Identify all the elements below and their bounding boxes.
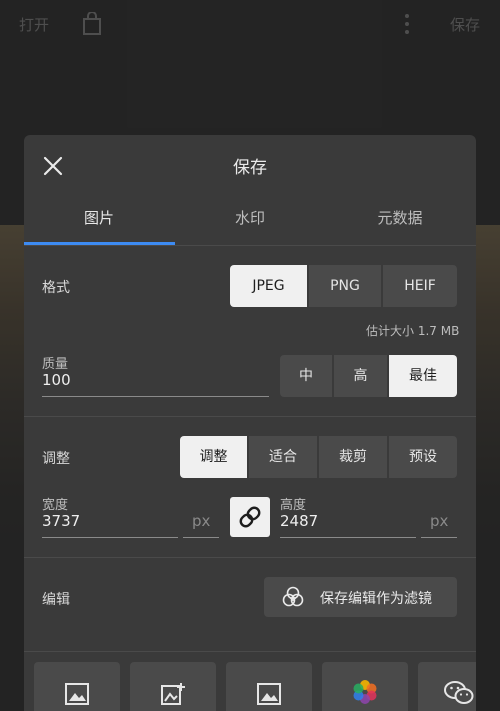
format-selector: JPEG PNG HEIF — [230, 265, 457, 307]
tab-image[interactable]: 图片 — [24, 207, 174, 228]
quality-option-high[interactable]: 高 — [334, 355, 387, 397]
height-value: 2487 — [280, 512, 319, 530]
save-dialog: 保存 图片 水印 元数据 格式 JPEG PNG HEIF 估计大小 1.7 M… — [24, 135, 476, 711]
format-label: 格式 — [42, 280, 70, 296]
active-tab-indicator — [24, 242, 175, 245]
tab-metadata[interactable]: 元数据 — [325, 207, 475, 228]
resize-option-adjust[interactable]: 调整 — [180, 436, 247, 478]
link-icon — [239, 506, 261, 528]
width-input[interactable]: 3737 — [42, 511, 178, 538]
share-target-image[interactable] — [34, 662, 120, 711]
image-add-icon — [161, 683, 185, 705]
share-target-image-add[interactable] — [130, 662, 216, 711]
wechat-icon — [444, 681, 474, 704]
share-target-image-2[interactable] — [226, 662, 312, 711]
width-unit-field: px — [183, 511, 219, 538]
quality-option-medium[interactable]: 中 — [280, 355, 332, 397]
quality-selector: 中 高 最佳 — [280, 355, 457, 397]
width-unit: px — [192, 512, 211, 530]
share-target-wechat[interactable] — [418, 662, 476, 711]
resize-selector: 调整 适合 裁剪 预设 — [180, 436, 457, 478]
divider — [24, 416, 476, 417]
format-option-png[interactable]: PNG — [309, 265, 381, 307]
width-value: 3737 — [42, 512, 81, 530]
share-target-list — [34, 662, 476, 711]
divider — [24, 557, 476, 558]
quality-value: 100 — [42, 371, 71, 389]
estimated-size: 估计大小 1.7 MB — [366, 324, 460, 338]
height-input[interactable]: 2487 — [280, 511, 416, 538]
save-edits-as-filter-label: 保存编辑作为滤镜 — [320, 591, 432, 607]
link-aspect-button[interactable] — [230, 497, 270, 537]
quality-field[interactable]: 100 — [42, 370, 269, 397]
height-unit-field: px — [421, 511, 457, 538]
resize-label: 调整 — [42, 451, 70, 467]
save-edits-as-filter-button[interactable]: 保存编辑作为滤镜 — [264, 577, 457, 617]
edit-label: 编辑 — [42, 592, 70, 608]
height-unit: px — [430, 512, 449, 530]
tab-watermark[interactable]: 水印 — [175, 207, 325, 228]
filter-add-icon — [282, 586, 304, 607]
format-option-jpeg[interactable]: JPEG — [230, 265, 307, 307]
photos-app-icon — [353, 680, 377, 704]
image-icon — [65, 683, 89, 705]
format-option-heif[interactable]: HEIF — [383, 265, 457, 307]
share-target-photos[interactable] — [322, 662, 408, 711]
resize-option-crop[interactable]: 裁剪 — [319, 436, 387, 478]
quality-option-best[interactable]: 最佳 — [389, 355, 457, 397]
divider — [24, 651, 476, 652]
dialog-title: 保存 — [233, 158, 267, 178]
resize-option-fit[interactable]: 适合 — [249, 436, 317, 478]
resize-option-preset[interactable]: 预设 — [389, 436, 457, 478]
tab-bar: 图片 水印 元数据 — [24, 197, 476, 246]
image-icon — [257, 683, 281, 705]
